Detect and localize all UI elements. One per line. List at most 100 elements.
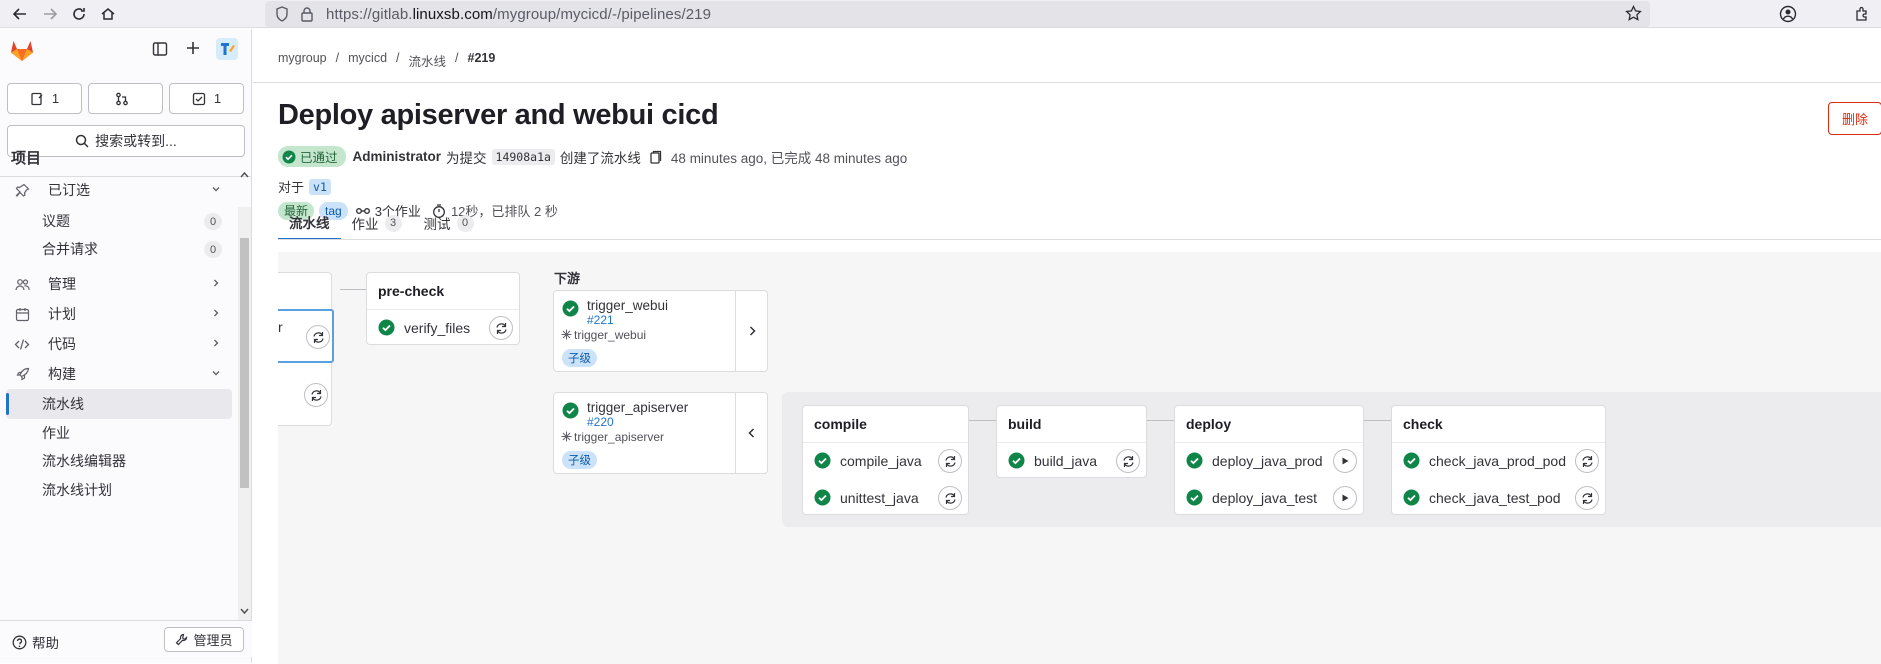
- back-icon[interactable]: [10, 4, 30, 24]
- downstream-pipeline-name[interactable]: trigger_webui: [587, 298, 668, 313]
- job-item[interactable]: unittest_java: [803, 479, 968, 515]
- create-new-icon[interactable]: [185, 40, 201, 56]
- downstream-pipeline-name[interactable]: trigger_apiserver: [587, 400, 688, 415]
- job-item-partial[interactable]: r: [278, 309, 334, 363]
- sidebar-item-label: 构建: [48, 366, 76, 382]
- ref-link[interactable]: v1: [309, 178, 331, 195]
- retry-icon[interactable]: [304, 383, 328, 407]
- sidebar-item-issues[interactable]: 议题 0: [6, 206, 232, 236]
- retry-icon[interactable]: [306, 325, 330, 349]
- ref-line: 对于 v1: [278, 177, 331, 196]
- retry-icon[interactable]: [938, 486, 962, 510]
- issues-icon: [30, 92, 44, 106]
- sidebar-item-pipelines[interactable]: 流水线: [6, 389, 232, 419]
- forward-icon[interactable]: [40, 4, 60, 24]
- downstream-source-job: trigger_apiserver: [574, 430, 665, 444]
- sidebar-item-pinned[interactable]: 已订选: [6, 175, 232, 205]
- expand-pipeline-button[interactable]: [735, 291, 767, 371]
- reload-icon[interactable]: [69, 4, 89, 24]
- downstream-pipeline-id[interactable]: #220: [587, 415, 614, 429]
- url-domain: linuxsb.com: [412, 6, 493, 23]
- tab-label: 流水线: [289, 216, 330, 231]
- header-divider: [253, 82, 1881, 83]
- job-name: deploy_java_test: [1212, 490, 1318, 506]
- play-icon[interactable]: [1333, 449, 1357, 473]
- retry-icon[interactable]: [1575, 449, 1599, 473]
- sidebar-item-merge-requests[interactable]: 合并请求 0: [6, 234, 232, 264]
- tab-tests[interactable]: 测试 0: [413, 206, 485, 240]
- stage-title: deploy: [1186, 416, 1232, 432]
- author-link[interactable]: Administrator: [353, 149, 442, 164]
- job-item[interactable]: check_java_prod_pod: [1392, 442, 1605, 478]
- rocket-icon: [13, 367, 31, 382]
- url-text[interactable]: https://gitlab.linuxsb.com/mygroup/mycic…: [326, 6, 711, 23]
- tabs-divider: [278, 239, 1881, 240]
- job-item[interactable]: verify_files: [367, 309, 519, 345]
- play-icon[interactable]: [1333, 486, 1357, 510]
- job-item[interactable]: build_java: [997, 442, 1146, 478]
- scroll-up-arrow-icon[interactable]: [240, 171, 249, 179]
- merge-request-icon: [115, 92, 129, 106]
- address-bar[interactable]: https://gitlab.linuxsb.com/mygroup/mycic…: [265, 1, 1650, 27]
- breadcrumb-project-link[interactable]: mycicd: [348, 51, 387, 70]
- retry-icon[interactable]: [1575, 486, 1599, 510]
- tab-count: 0: [456, 214, 474, 232]
- sidebar-item-plan[interactable]: 计划: [6, 299, 232, 329]
- scroll-down-arrow-icon[interactable]: [240, 607, 249, 615]
- sidebar-item-build[interactable]: 构建: [6, 359, 232, 389]
- account-icon[interactable]: [1778, 4, 1798, 24]
- sidebar-scrollbar-thumb[interactable]: [240, 238, 249, 488]
- status-badge[interactable]: 已通过: [278, 146, 346, 167]
- collapse-pipeline-button[interactable]: [735, 393, 767, 473]
- sidebar-item-code[interactable]: 代码: [6, 329, 232, 359]
- merge-requests-counter-button[interactable]: [88, 83, 163, 114]
- sidebar-item-pipeline-schedules[interactable]: 流水线计划: [6, 475, 232, 505]
- chevron-right-icon: [210, 307, 222, 319]
- job-item[interactable]: deploy_java_prod: [1175, 442, 1363, 478]
- job-item[interactable]: deploy_java_test: [1175, 479, 1363, 515]
- downstream-pipeline-card[interactable]: trigger_apiserver #220 trigger_apiserver…: [553, 392, 768, 474]
- home-icon[interactable]: [98, 4, 118, 24]
- issues-counter-button[interactable]: 1: [7, 83, 82, 114]
- merge-requests-count-badge: 0: [204, 241, 222, 258]
- tab-pipeline[interactable]: 流水线: [278, 206, 341, 240]
- job-name: verify_files: [404, 320, 471, 336]
- child-pipeline-badge: 子级: [562, 349, 597, 367]
- stage-card-check: check check_java_prod_pod check_java_tes…: [1391, 405, 1606, 515]
- breadcrumb-group-link[interactable]: mygroup: [278, 51, 327, 70]
- job-item[interactable]: check_java_test_pod: [1392, 479, 1605, 515]
- downstream-pipeline-card[interactable]: trigger_webui #221 trigger_webui 子级: [553, 290, 768, 372]
- main-content: mygroup / mycicd / 流水线 / #219 Deploy apiser…: [253, 29, 1881, 664]
- sidebar-item-jobs[interactable]: 作业: [6, 418, 232, 448]
- tab-jobs[interactable]: 作业 3: [341, 206, 413, 240]
- breadcrumb-current[interactable]: #219: [468, 51, 496, 70]
- admin-area-button[interactable]: 管理员: [164, 627, 244, 652]
- copy-clipboard-icon[interactable]: [650, 150, 662, 164]
- user-avatar[interactable]: [216, 38, 238, 60]
- gitlab-logo-icon[interactable]: [10, 39, 34, 62]
- sidebar-item-manage[interactable]: 管理: [6, 269, 232, 299]
- status-success-icon: [562, 300, 579, 317]
- commit-prefix: 为提交: [446, 150, 487, 166]
- todos-counter-button[interactable]: 1: [169, 83, 244, 114]
- search-button[interactable]: 搜索或转到...: [7, 125, 245, 157]
- extensions-icon[interactable]: [1852, 4, 1872, 24]
- retry-icon[interactable]: [938, 449, 962, 473]
- sidebar-toggle-icon[interactable]: [152, 41, 168, 57]
- breadcrumb-pipelines-link[interactable]: 流水线: [409, 51, 447, 70]
- bookmark-star-icon[interactable]: [1625, 5, 1642, 22]
- job-item[interactable]: compile_java: [803, 442, 968, 478]
- commit-sha[interactable]: 14908a1a: [491, 148, 555, 165]
- sidebar-item-pipeline-editor[interactable]: 流水线编辑器: [6, 446, 232, 476]
- job-name: check_java_test_pod: [1429, 490, 1561, 506]
- delete-button[interactable]: 删除: [1828, 102, 1881, 135]
- search-label: 搜索或转到...: [95, 133, 177, 149]
- downstream-pipeline-id[interactable]: #221: [587, 313, 614, 327]
- help-button[interactable]: 帮助: [12, 632, 59, 652]
- todo-icon: [192, 92, 206, 106]
- lock-icon[interactable]: [300, 6, 314, 22]
- retry-icon[interactable]: [1116, 449, 1140, 473]
- shield-icon[interactable]: [275, 6, 289, 22]
- retry-icon[interactable]: [489, 316, 513, 340]
- stage-connector: [340, 289, 366, 290]
